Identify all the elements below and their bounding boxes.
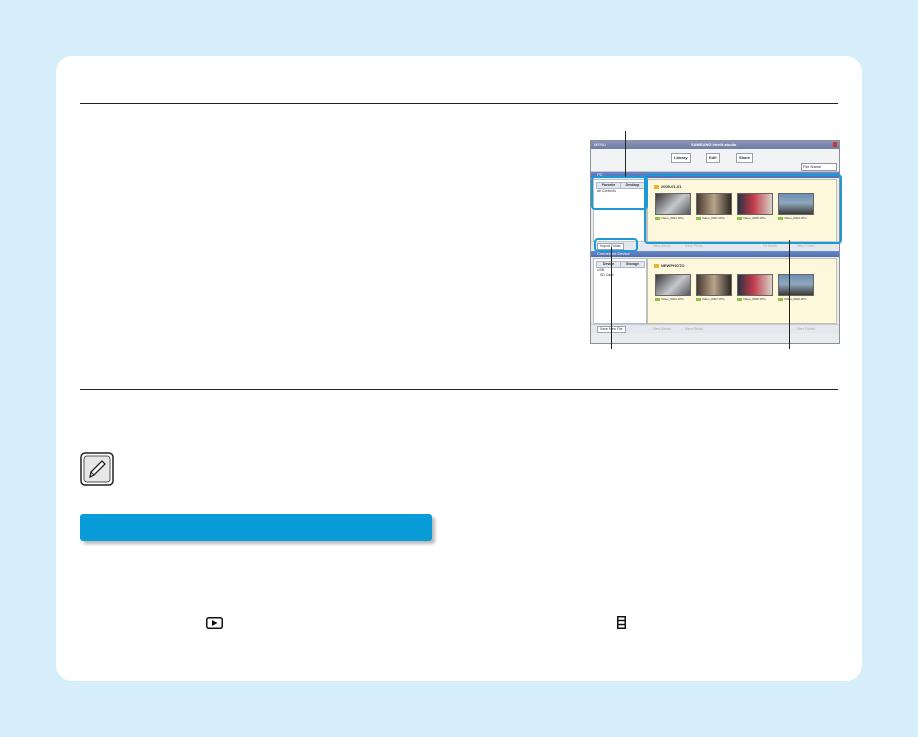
tab-storage[interactable]: Storage [620, 261, 645, 268]
device-left-pane: Device Storage USB SD Card [593, 258, 647, 324]
close-window-icon [833, 142, 837, 147]
file-name: Video_0001.JPG [655, 297, 684, 301]
device-tabs: Device Storage [596, 261, 645, 268]
middle-rule [80, 389, 838, 390]
file-name: Video_0002.JPG [778, 297, 807, 301]
file-name: Video_0005.JPG [737, 297, 766, 301]
playback-mode-icon [206, 617, 223, 629]
thumbnail[interactable] [778, 274, 814, 296]
new-folder-button[interactable]: New Folder [797, 327, 815, 331]
thumbnail[interactable] [655, 274, 691, 296]
top-rule [80, 103, 838, 104]
sort-select[interactable]: File Name [801, 163, 837, 171]
new-album-button[interactable]: New Album [653, 244, 671, 248]
callout-content-area [644, 174, 842, 244]
app-title: SAMSUNG Intelli-studio [691, 142, 737, 147]
edit-button[interactable]: Edit [706, 153, 720, 163]
menu-list-icon [617, 616, 626, 629]
device-content-area: NEWPHOTO Video_0001.JPG Video_0007.JPG V… [647, 258, 837, 324]
tab-device[interactable]: Device [596, 261, 621, 268]
save-photo-button[interactable]: Save Photo [685, 327, 703, 331]
device-tree-usb[interactable]: USB [597, 268, 604, 272]
share-button[interactable]: Share [736, 153, 754, 163]
device-bottom-bar: Save New File New Album Save Photo New F… [591, 324, 839, 333]
section-bar [80, 514, 432, 541]
thumbnail[interactable] [737, 274, 773, 296]
new-album-button[interactable]: New Album [653, 327, 671, 331]
save-photo-button[interactable]: Save Photo [685, 244, 703, 248]
library-button[interactable]: Library [671, 153, 691, 163]
callout-left-pane [591, 176, 648, 210]
file-name: Video_0007.JPG [696, 297, 725, 301]
fit-width-button[interactable]: Fit Width [763, 244, 777, 248]
device-folder: NEWPHOTO [654, 263, 684, 268]
callout-line-bottom-right [789, 240, 790, 349]
callout-line-top [625, 131, 626, 177]
app-menu-label: MENU [594, 142, 606, 147]
pencil-note-icon [80, 452, 114, 486]
callout-import-folder [594, 238, 638, 252]
callout-line-bottom-left [611, 247, 612, 349]
new-folder-button[interactable]: New Folder [797, 244, 815, 248]
thumbnail[interactable] [696, 274, 732, 296]
app-title-bar: MENU SAMSUNG Intelli-studio [591, 141, 839, 149]
app-toolbar: Library Edit Share File Name [591, 149, 839, 172]
